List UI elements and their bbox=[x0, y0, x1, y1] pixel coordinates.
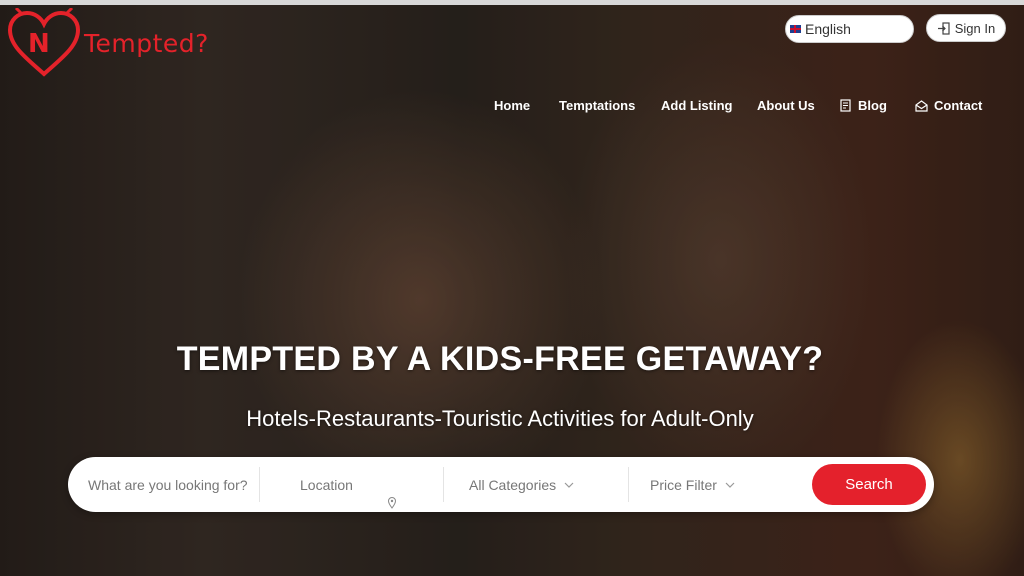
nav-about-us[interactable]: About Us bbox=[757, 98, 815, 113]
hero-subheadline: Hotels-Restaurants-Touristic Activities … bbox=[246, 406, 754, 431]
location-pin-icon bbox=[385, 494, 399, 512]
main-nav: Home Temptations Add Listing About Us Bl… bbox=[0, 98, 1024, 116]
nav-contact[interactable]: Contact bbox=[915, 98, 982, 113]
search-divider bbox=[443, 467, 444, 502]
uk-flag-icon bbox=[790, 25, 801, 33]
nav-blog[interactable]: Blog bbox=[840, 98, 887, 113]
nav-temptations[interactable]: Temptations bbox=[559, 98, 635, 113]
sign-in-button[interactable]: Sign In bbox=[926, 14, 1006, 42]
heart-logo-icon: N bbox=[7, 8, 81, 77]
browser-top-strip bbox=[0, 0, 1024, 5]
category-select[interactable]: All Categories bbox=[469, 457, 619, 512]
nav-blog-label: Blog bbox=[858, 98, 887, 113]
keyword-search-input[interactable]: What are you looking for? bbox=[88, 457, 258, 512]
nav-add-listing[interactable]: Add Listing bbox=[661, 98, 733, 113]
chevron-down-icon bbox=[725, 482, 735, 488]
nav-home[interactable]: Home bbox=[494, 98, 530, 113]
price-value: Price Filter bbox=[650, 476, 717, 493]
search-divider bbox=[259, 467, 260, 502]
chevron-down-icon bbox=[564, 482, 574, 488]
nav-about-us-label: About Us bbox=[757, 98, 815, 113]
search-bar: What are you looking for? Location All C… bbox=[68, 457, 934, 512]
site-logo[interactable]: N Tempted? bbox=[6, 8, 209, 78]
search-button[interactable]: Search bbox=[812, 464, 926, 505]
language-label: English bbox=[805, 21, 851, 37]
envelope-icon bbox=[915, 99, 928, 112]
price-filter-select[interactable]: Price Filter bbox=[650, 457, 790, 512]
sign-in-icon bbox=[937, 21, 950, 35]
svg-text:N: N bbox=[28, 29, 50, 59]
hero-headline: TEMPTED BY A KIDS-FREE GETAWAY? bbox=[176, 340, 824, 378]
language-selector[interactable]: English bbox=[785, 15, 914, 43]
keyword-placeholder: What are you looking for? bbox=[88, 476, 248, 493]
category-value: All Categories bbox=[469, 476, 557, 493]
sign-in-label: Sign In bbox=[954, 20, 996, 36]
nav-temptations-label: Temptations bbox=[559, 98, 636, 113]
search-divider bbox=[628, 467, 629, 502]
brand-name: Tempted? bbox=[84, 28, 209, 58]
location-placeholder: Location bbox=[300, 476, 353, 493]
nav-add-listing-label: Add Listing bbox=[661, 98, 733, 113]
search-button-label: Search bbox=[845, 476, 893, 493]
document-icon bbox=[840, 99, 851, 112]
nav-home-label: Home bbox=[494, 98, 531, 113]
location-input[interactable]: Location bbox=[300, 457, 440, 512]
nav-contact-label: Contact bbox=[934, 98, 983, 113]
